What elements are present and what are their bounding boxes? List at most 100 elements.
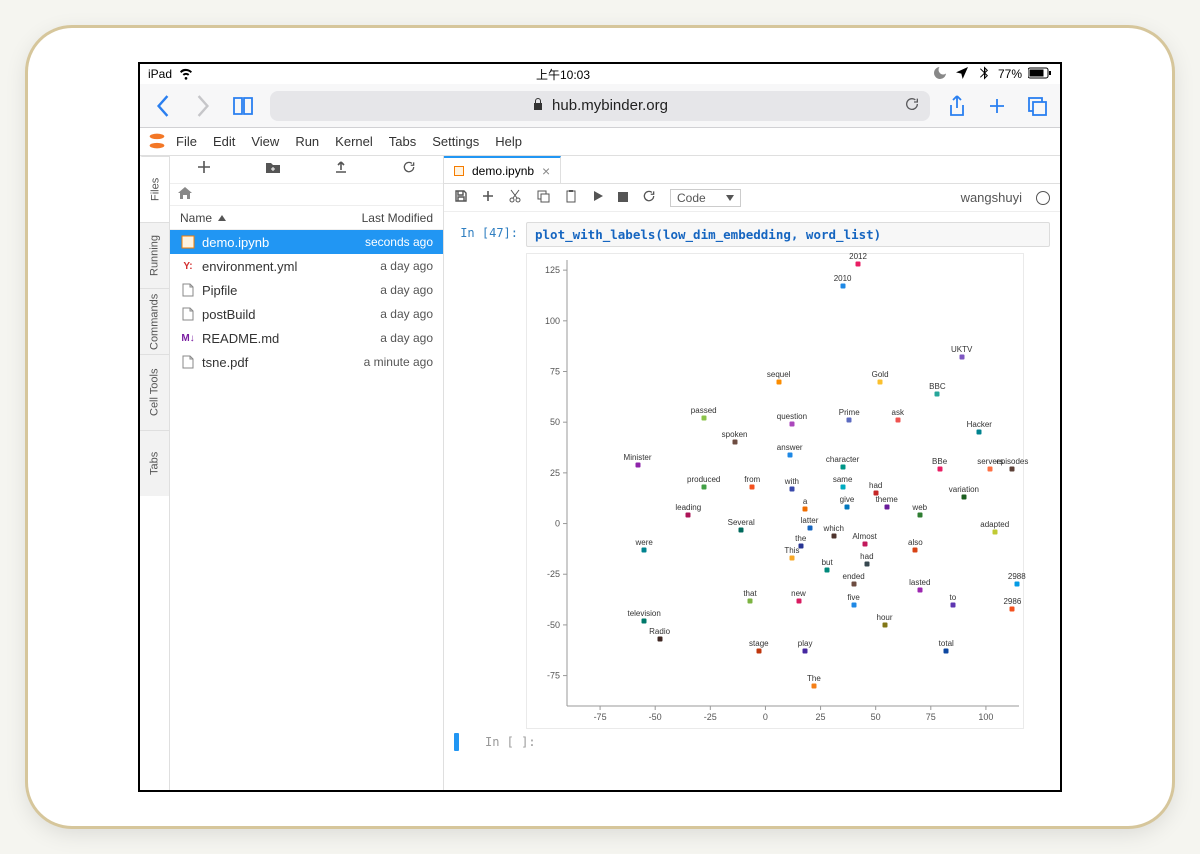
reload-icon[interactable] xyxy=(904,96,920,116)
rail-tab-files[interactable]: Files xyxy=(140,156,169,222)
menu-run[interactable]: Run xyxy=(295,134,319,149)
tabs-button[interactable] xyxy=(1024,93,1050,119)
menu-tabs[interactable]: Tabs xyxy=(389,134,416,149)
chart-point xyxy=(748,598,753,603)
chart-point xyxy=(851,602,856,607)
chart-point xyxy=(750,485,755,490)
chart-point-label: that xyxy=(743,589,756,598)
chart-point xyxy=(840,284,845,289)
file-header-modified[interactable]: Last Modified xyxy=(333,211,443,225)
menu-view[interactable]: View xyxy=(251,134,279,149)
chart-point-label: sequel xyxy=(767,370,791,379)
file-row[interactable]: postBuild a day ago xyxy=(170,302,443,326)
celltype-select[interactable]: Code xyxy=(670,189,741,207)
scatter-chart: -75-50-250255075100-75-50-25025507510012… xyxy=(526,253,1024,729)
forward-button[interactable] xyxy=(190,93,216,119)
copy-icon[interactable] xyxy=(536,189,550,206)
file-header-name[interactable]: Name xyxy=(180,211,212,225)
cell-prompt: In [47]: xyxy=(454,222,518,240)
chart-point-label: had xyxy=(860,552,873,561)
menu-kernel[interactable]: Kernel xyxy=(335,134,373,149)
ios-status-bar: iPad 上午10:03 77% xyxy=(140,64,1060,84)
chart-point xyxy=(796,598,801,603)
insert-cell-icon[interactable] xyxy=(482,190,494,205)
svg-text:-25: -25 xyxy=(704,712,717,722)
chart-point xyxy=(825,568,830,573)
chart-point-label: total xyxy=(939,639,954,648)
rail-tab-commands[interactable]: Commands xyxy=(140,288,169,354)
chart-point xyxy=(789,556,794,561)
upload-icon[interactable] xyxy=(334,160,348,179)
share-button[interactable] xyxy=(944,93,970,119)
file-row[interactable]: M↓ README.md a day ago xyxy=(170,326,443,350)
tab-close-icon[interactable]: × xyxy=(542,163,550,179)
chart-point xyxy=(950,602,955,607)
chart-point-label: 2012 xyxy=(849,252,867,261)
rail-tab-running[interactable]: Running xyxy=(140,222,169,288)
chart-point xyxy=(811,683,816,688)
chart-point-label: Gold xyxy=(872,370,889,379)
menu-edit[interactable]: Edit xyxy=(213,134,235,149)
save-icon[interactable] xyxy=(454,189,468,206)
menu-help[interactable]: Help xyxy=(495,134,522,149)
location-icon xyxy=(954,65,970,84)
chart-point-label: This xyxy=(784,546,799,555)
back-button[interactable] xyxy=(150,93,176,119)
file-row[interactable]: Y: environment.yml a day ago xyxy=(170,254,443,278)
breadcrumb-root-icon[interactable] xyxy=(178,186,192,204)
chart-point-label: 2986 xyxy=(1003,597,1021,606)
battery-icon xyxy=(1028,67,1052,82)
chart-point xyxy=(961,495,966,500)
tab-demo-ipynb[interactable]: demo.ipynb × xyxy=(444,156,561,183)
device-label: iPad xyxy=(148,67,172,81)
refresh-icon[interactable] xyxy=(402,160,416,179)
svg-text:125: 125 xyxy=(545,265,560,275)
run-icon[interactable] xyxy=(592,190,604,205)
new-launcher-icon[interactable] xyxy=(197,160,211,179)
file-type-icon xyxy=(180,282,196,298)
chart-point xyxy=(917,513,922,518)
cut-icon[interactable] xyxy=(508,189,522,206)
empty-cell-prompt: In [ ]: xyxy=(485,735,536,749)
svg-text:25: 25 xyxy=(550,468,560,478)
chart-point-label: a xyxy=(803,497,807,506)
restart-icon[interactable] xyxy=(642,189,656,206)
code-cell[interactable]: In [47]: plot_with_labels(low_dim_embedd… xyxy=(454,222,1050,247)
chart-point-label: Several xyxy=(728,518,755,527)
url-host: hub.mybinder.org xyxy=(552,97,668,114)
chart-point-label: new xyxy=(791,589,806,598)
rail-tab-tabs[interactable]: Tabs xyxy=(140,430,169,496)
chart-point-label: episodes xyxy=(996,457,1028,466)
file-type-icon xyxy=(180,234,196,250)
jupyter-logo-icon xyxy=(146,130,168,152)
chart-point xyxy=(789,487,794,492)
file-row[interactable]: Pipfile a day ago xyxy=(170,278,443,302)
new-folder-icon[interactable] xyxy=(265,160,281,179)
stop-icon[interactable] xyxy=(618,190,628,205)
chart-point-label: give xyxy=(840,495,855,504)
chart-point xyxy=(882,622,887,627)
bluetooth-icon xyxy=(976,65,992,84)
rail-tab-celltools[interactable]: Cell Tools xyxy=(140,354,169,430)
chart-point xyxy=(864,562,869,567)
chart-point xyxy=(884,505,889,510)
url-bar[interactable]: hub.mybinder.org xyxy=(270,91,930,121)
menu-settings[interactable]: Settings xyxy=(432,134,479,149)
wifi-icon xyxy=(178,65,194,84)
file-row[interactable]: demo.ipynb seconds ago xyxy=(170,230,443,254)
chart-point xyxy=(944,649,949,654)
chart-point-label: variation xyxy=(949,485,979,494)
file-row[interactable]: tsne.pdf a minute ago xyxy=(170,350,443,374)
chart-point-label: but xyxy=(822,558,833,567)
chart-point xyxy=(776,379,781,384)
menu-file[interactable]: File xyxy=(176,134,197,149)
svg-text:0: 0 xyxy=(555,519,560,529)
paste-icon[interactable] xyxy=(564,189,578,206)
chart-point xyxy=(803,507,808,512)
chart-point-label: Minister xyxy=(624,453,652,462)
bookmarks-button[interactable] xyxy=(230,93,256,119)
new-tab-button[interactable] xyxy=(984,93,1010,119)
kernel-name[interactable]: wangshuyi xyxy=(961,190,1022,205)
cell-code[interactable]: plot_with_labels(low_dim_embedding, word… xyxy=(526,222,1050,247)
file-modified: a day ago xyxy=(380,331,433,345)
